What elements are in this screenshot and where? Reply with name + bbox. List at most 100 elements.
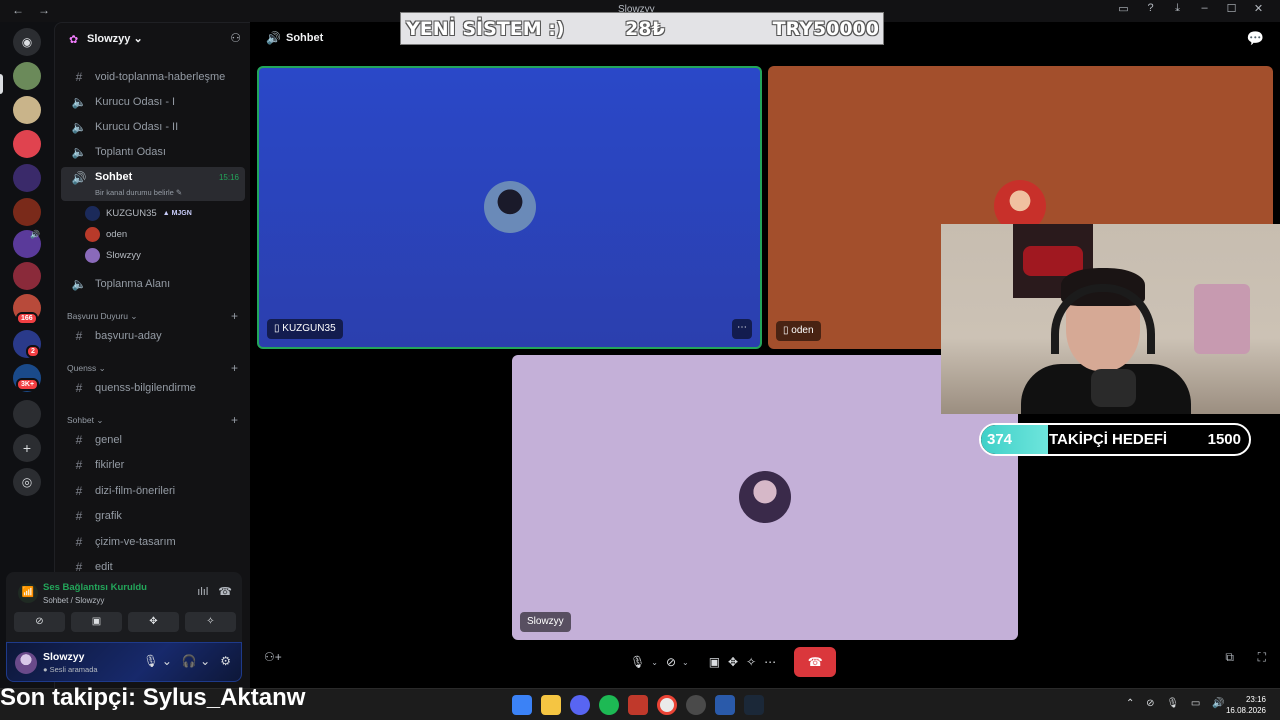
popout-icon[interactable]: ⧉: [1225, 650, 1234, 665]
windows-start-icon[interactable]: [512, 695, 532, 715]
server-icon[interactable]: [13, 198, 41, 226]
settings-gear-icon[interactable]: ⚙: [220, 654, 231, 668]
app-icon[interactable]: [628, 695, 648, 715]
channel-item[interactable]: 🔈 Kurucu Odası - II: [61, 116, 245, 138]
add-channel-icon[interactable]: +: [231, 413, 238, 427]
avatar: [85, 247, 100, 263]
mute-button[interactable]: 🎙 ⌄: [630, 650, 658, 674]
voice-member[interactable]: Slowzyy: [85, 245, 141, 265]
close-icon[interactable]: ✕: [1245, 2, 1272, 15]
more-options-icon[interactable]: ⋯: [764, 650, 776, 674]
signal-icon[interactable]: 📶: [18, 583, 38, 603]
clock[interactable]: 23:16 16.08.2026: [1226, 694, 1266, 716]
soundboard-button[interactable]: ✧: [185, 612, 236, 632]
channel-item[interactable]: # quenss-bilgilendirme: [61, 377, 245, 399]
server-folder-icon[interactable]: [13, 400, 41, 428]
forward-icon[interactable]: →: [38, 3, 50, 17]
server-icon[interactable]: [13, 262, 41, 290]
steam-icon[interactable]: [744, 695, 764, 715]
hash-icon: #: [75, 535, 83, 549]
back-icon[interactable]: ←: [12, 3, 24, 17]
invite-icon[interactable]: ⚇: [230, 31, 241, 45]
help-icon[interactable]: ?: [1137, 2, 1164, 15]
add-channel-icon[interactable]: +: [231, 309, 238, 323]
user-panel: Slowzyy ● Sesli aramada 🎙 ⌄ 🎧 ⌄ ⚙: [6, 642, 242, 682]
server-name: Slowzyy: [87, 33, 131, 45]
category-header[interactable]: Başvuru Duyuru ⌄: [67, 311, 137, 322]
channel-item[interactable]: # dizi-film-önerileri: [61, 480, 245, 502]
noise-suppression-icon[interactable]: ılıl: [197, 586, 208, 598]
channel-item[interactable]: # grafik: [61, 505, 245, 527]
discover-icon[interactable]: ◎: [13, 468, 41, 496]
avatar: [484, 181, 536, 233]
avatar: [85, 226, 100, 242]
speaker-icon: 🔊: [71, 171, 87, 185]
chevron-up-icon[interactable]: ⌃: [1126, 698, 1134, 709]
screen-share-button[interactable]: ▣: [71, 612, 122, 632]
app-icon[interactable]: [715, 695, 735, 715]
channel-item[interactable]: # genel: [61, 429, 245, 451]
call-controls: 🎙 ⌄ ⊘ ⌄ ▣ ✥ ✧ ⋯ ☎: [630, 647, 837, 677]
channel-item-active[interactable]: 🔊 Sohbet 15:16 Bir kanal durumu belirle …: [61, 167, 245, 201]
server-header[interactable]: ✿ Slowzyy ⌄ ⚇: [55, 23, 251, 55]
microphone-icon[interactable]: 🎙: [1166, 698, 1179, 709]
participant-name: ▯ KUZGUN35: [267, 319, 343, 339]
network-icon[interactable]: ⊘: [1146, 698, 1154, 709]
minimize-icon[interactable]: –: [1191, 2, 1218, 15]
inbox-icon[interactable]: ▭: [1110, 2, 1137, 15]
channel-item[interactable]: # çizim-ve-tasarım: [61, 531, 245, 553]
system-tray: ⌃ ⊘ 🎙 ▭ 🔊: [1126, 698, 1234, 709]
microphone-icon[interactable]: 🎙 ⌄: [143, 654, 172, 668]
channel-status[interactable]: Bir kanal durumu belirle ✎: [95, 188, 182, 197]
chevron-down-icon: ⌄: [682, 657, 689, 667]
headphones-icon[interactable]: 🎧 ⌄: [182, 654, 210, 668]
server-icon[interactable]: [13, 62, 41, 90]
more-options-icon[interactable]: ⋯: [732, 319, 752, 339]
camera-button[interactable]: ⊘ ⌄: [666, 650, 689, 674]
channel-item[interactable]: 🔈 Toplantı Odası: [61, 141, 245, 163]
discord-icon[interactable]: [570, 695, 590, 715]
hang-up-button[interactable]: ☎: [794, 647, 837, 677]
goal-target: 1500: [1207, 431, 1241, 448]
server-icon[interactable]: [13, 130, 41, 158]
chat-bubble-icon[interactable]: 💬: [1247, 30, 1264, 47]
goal-label: TAKİPÇİ HEDEFİ: [1049, 431, 1168, 448]
activities-button[interactable]: ✥: [128, 612, 179, 632]
discord-home-icon[interactable]: ◉: [13, 28, 41, 56]
hash-icon: #: [75, 458, 83, 472]
server-icon[interactable]: [13, 96, 41, 124]
voice-location[interactable]: Sohbet / Slowzyy: [43, 596, 104, 605]
fullscreen-icon[interactable]: ⛶: [1258, 650, 1266, 665]
maximize-icon[interactable]: ☐: [1218, 2, 1245, 15]
soundboard-button[interactable]: ✧: [746, 650, 756, 674]
server-icon[interactable]: [13, 164, 41, 192]
spotify-icon[interactable]: [599, 695, 619, 715]
chrome-icon[interactable]: [657, 695, 677, 715]
channel-item[interactable]: 🔈 Kurucu Odası - I: [61, 91, 245, 113]
channel-item[interactable]: # fikirler: [61, 454, 245, 476]
display-icon[interactable]: ▭: [1191, 698, 1200, 709]
volume-icon[interactable]: 🔊: [1212, 698, 1224, 709]
app-icon[interactable]: [686, 695, 706, 715]
voice-member[interactable]: KUZGUN35 ▲ MJGN: [85, 203, 192, 223]
speaker-icon: 🔈: [71, 145, 87, 159]
avatar[interactable]: [15, 652, 37, 674]
screen-share-button[interactable]: ▣: [709, 650, 720, 674]
category-header[interactable]: Quenss ⌄: [67, 363, 106, 374]
file-explorer-icon[interactable]: [541, 695, 561, 715]
category-header[interactable]: Sohbet ⌄: [67, 415, 103, 426]
voice-member[interactable]: oden: [85, 224, 127, 244]
disconnect-icon[interactable]: ☎: [218, 586, 232, 598]
video-tile[interactable]: ▯ KUZGUN35 ⋯: [257, 66, 762, 349]
add-server-icon[interactable]: +: [13, 434, 41, 462]
camera-off-button[interactable]: ⊘: [14, 612, 65, 632]
channel-item[interactable]: 🔈 Toplanma Alanı: [61, 273, 245, 295]
download-icon[interactable]: ⤓: [1164, 2, 1191, 15]
add-people-icon[interactable]: ⚇+: [264, 650, 282, 664]
speaker-icon: 🔈: [71, 120, 87, 134]
hash-icon: #: [75, 484, 83, 498]
add-channel-icon[interactable]: +: [231, 361, 238, 375]
activities-button[interactable]: ✥: [728, 650, 738, 674]
channel-item[interactable]: # başvuru-aday: [61, 325, 245, 347]
channel-item[interactable]: # void-toplanma-haberleşme: [61, 66, 245, 88]
